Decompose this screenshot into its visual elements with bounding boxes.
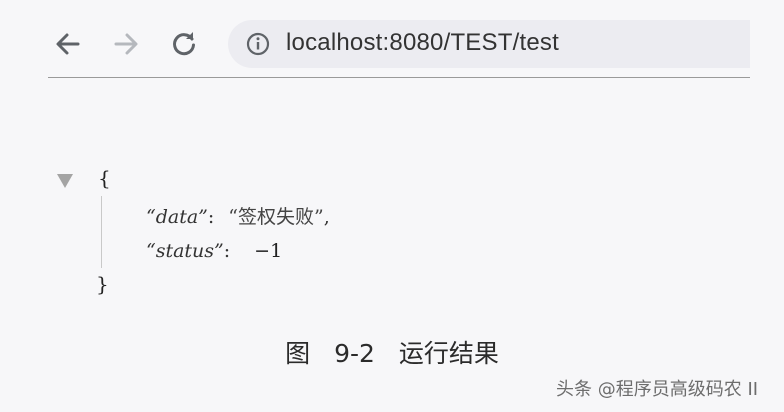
collapse-triangle-icon[interactable] bbox=[56, 173, 74, 189]
info-icon[interactable] bbox=[246, 32, 270, 56]
reload-icon bbox=[173, 32, 195, 56]
forward-button[interactable] bbox=[110, 28, 142, 60]
url-text[interactable]: localhost:8080/TEST/test bbox=[286, 29, 559, 57]
json-indent-guide bbox=[101, 196, 102, 268]
json-number-value: −1 bbox=[254, 240, 283, 262]
json-key: “status” bbox=[146, 240, 224, 262]
json-string-value: “签权失败” bbox=[228, 206, 324, 228]
json-key: “data” bbox=[146, 206, 208, 228]
json-comma: , bbox=[323, 206, 330, 228]
json-row-data: “data”: “签权失败”, bbox=[146, 202, 330, 229]
reload-button[interactable] bbox=[168, 28, 200, 60]
back-button[interactable] bbox=[52, 28, 84, 60]
address-bar[interactable]: localhost:8080/TEST/test bbox=[228, 20, 750, 68]
json-colon: : bbox=[207, 206, 215, 228]
json-row-status: “status”: −1 bbox=[146, 240, 282, 262]
browser-toolbar: localhost:8080/TEST/test bbox=[0, 0, 784, 80]
json-close-brace: } bbox=[96, 272, 109, 296]
figure-caption: 图 9-2 运行结果 bbox=[285, 339, 499, 368]
json-viewer: { “data”: “签权失败”, “status”: −1 } bbox=[0, 150, 784, 310]
arrow-right-icon bbox=[114, 33, 138, 55]
json-open-brace: { bbox=[98, 166, 111, 190]
arrow-left-icon bbox=[56, 33, 80, 55]
toolbar-divider bbox=[48, 77, 750, 78]
watermark: 头条 @程序员高级码农 II bbox=[556, 379, 759, 400]
json-colon: : bbox=[223, 240, 231, 262]
